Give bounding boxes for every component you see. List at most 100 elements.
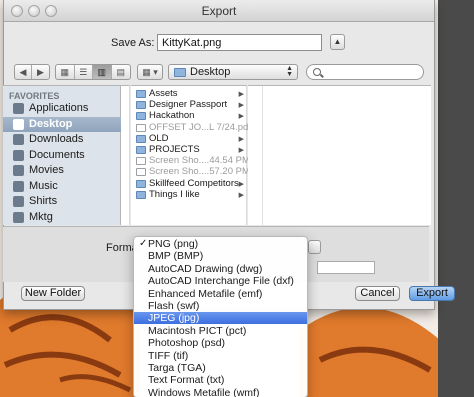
file-list-item[interactable]: Things I like ▶ bbox=[131, 189, 247, 201]
coverflow-view-icon[interactable]: ▤ bbox=[112, 65, 130, 79]
file-list-item[interactable]: Designer Passport ▶ bbox=[131, 99, 247, 111]
file-name: Skillfeed Competitors bbox=[149, 177, 239, 189]
format-option-label: BMP (BMP) bbox=[148, 250, 204, 263]
folder-icon bbox=[174, 68, 186, 77]
format-option-label: Text Format (txt) bbox=[148, 374, 225, 387]
disclosure-arrow-icon: ▶ bbox=[238, 91, 244, 98]
format-option[interactable]: Macintosh PICT (pct) bbox=[134, 325, 307, 337]
favorites-sidebar: FAVORITES Applications Desktop Downloads Do… bbox=[3, 85, 121, 225]
format-option[interactable]: Text Format (txt) bbox=[134, 374, 307, 386]
sidebar-item-applications[interactable]: Applications bbox=[3, 101, 121, 116]
title-bar: Export bbox=[4, 0, 434, 22]
folder-icon bbox=[136, 179, 146, 188]
save-as-input[interactable] bbox=[157, 34, 322, 51]
format-option[interactable]: JPEG (jpg) bbox=[134, 312, 307, 325]
new-folder-button[interactable]: New Folder bbox=[21, 286, 85, 301]
format-option-label: Photoshop (psd) bbox=[148, 337, 226, 350]
disclosure-arrow-icon: ▶ bbox=[238, 113, 244, 121]
cancel-button[interactable]: Cancel bbox=[355, 286, 400, 301]
file-list-item[interactable]: Screen Sho....57.20 PM bbox=[131, 166, 250, 178]
documents-icon bbox=[13, 149, 24, 161]
file-name: Screen Sho....57.20 PM bbox=[149, 166, 250, 178]
forward-icon[interactable]: ▶ bbox=[32, 65, 49, 79]
icon-view-icon[interactable]: ▦ bbox=[56, 65, 75, 79]
format-popup-arrows[interactable] bbox=[308, 240, 321, 254]
music-icon bbox=[13, 180, 24, 192]
file-name: OLD bbox=[149, 132, 169, 144]
arrange-icon: ▦ ▾ bbox=[142, 67, 158, 77]
expand-dialog-button[interactable]: ▲ bbox=[330, 34, 345, 50]
sidebar-item-shirts[interactable]: Shirts bbox=[3, 194, 121, 209]
format-option[interactable]: Flash (swf) bbox=[134, 300, 307, 312]
file-list-item[interactable]: OFFSET JO...L 7/24.pdf bbox=[131, 122, 251, 134]
downloads-icon bbox=[13, 134, 24, 145]
format-option[interactable]: BMP (BMP) bbox=[134, 250, 307, 262]
sidebar-item-label: Documents bbox=[29, 148, 85, 161]
sidebar-item-label: Applications bbox=[29, 102, 89, 114]
format-option-label: Flash (swf) bbox=[148, 300, 200, 312]
folder-icon bbox=[13, 211, 24, 223]
sidebar-item-label: Desktop bbox=[29, 117, 73, 130]
disclosure-arrow-icon: ▶ bbox=[238, 135, 244, 143]
format-option-label: PNG (png) bbox=[148, 238, 199, 250]
file-name: PROJECTS bbox=[149, 144, 200, 155]
format-option[interactable]: Targa (TGA) bbox=[134, 362, 307, 374]
file-list-item[interactable]: Screen Sho....44.54 PM bbox=[131, 155, 250, 167]
format-option[interactable]: ✓ PNG (png) bbox=[134, 238, 307, 250]
popup-arrows-icon: ▲ ▼ bbox=[286, 65, 293, 78]
file-list-item[interactable]: Hackathon ▶ bbox=[131, 110, 247, 122]
file-list-item[interactable]: Assets ▶ bbox=[131, 88, 247, 100]
document-icon bbox=[136, 123, 146, 132]
browser-toolbar: ◀ ▶ ▦ ☰ ▥ ▤ ▦ ▾ Desktop ▲ ▼ bbox=[4, 64, 434, 82]
file-list-item[interactable]: PROJECTS ▶ bbox=[131, 144, 247, 156]
format-option[interactable]: AutoCAD Interchange File (dxf) bbox=[134, 275, 307, 287]
disclosure-arrow-icon: ▶ bbox=[238, 180, 244, 188]
options-field[interactable] bbox=[317, 261, 375, 274]
format-option-label: Windows Metafile (wmf) bbox=[148, 386, 260, 397]
file-list-column: Assets ▶ Designer Passport ▶ Hackathon ▶ OFFSE… bbox=[131, 85, 251, 225]
sidebar-item-downloads[interactable]: Downloads bbox=[3, 132, 121, 147]
folder-icon bbox=[136, 101, 146, 110]
format-option[interactable]: AutoCAD Drawing (dwg) bbox=[134, 263, 307, 275]
document-icon bbox=[136, 168, 146, 177]
search-icon bbox=[313, 68, 321, 76]
format-option[interactable]: TIFF (tif) bbox=[134, 350, 307, 362]
folder-icon bbox=[136, 112, 146, 121]
sidebar-item-music[interactable]: Music bbox=[3, 179, 121, 194]
sidebar-item-label: Mktg bbox=[29, 210, 53, 223]
save-as-row: Save As: ▲ bbox=[4, 33, 434, 53]
location-popup[interactable]: Desktop ▲ ▼ bbox=[168, 64, 298, 80]
search-input[interactable] bbox=[306, 64, 424, 80]
folder-icon bbox=[136, 190, 146, 199]
browser-column-preview bbox=[248, 85, 431, 226]
location-label: Desktop bbox=[190, 66, 231, 78]
format-option-label: Macintosh PICT (pct) bbox=[148, 324, 247, 337]
file-list-item[interactable]: OLD ▶ bbox=[131, 133, 247, 145]
sidebar-item-label: Movies bbox=[29, 164, 64, 176]
sidebar-item-desktop[interactable]: Desktop bbox=[3, 116, 121, 132]
list-view-icon[interactable]: ☰ bbox=[75, 65, 93, 79]
sidebar-item-movies[interactable]: Movies bbox=[3, 163, 121, 178]
disclosure-arrow-icon: ▶ bbox=[238, 102, 244, 110]
format-option[interactable]: Enhanced Metafile (emf) bbox=[134, 288, 307, 300]
format-option[interactable]: Windows Metafile (wmf) bbox=[134, 387, 307, 397]
sidebar-item-documents[interactable]: Documents bbox=[3, 148, 121, 163]
file-name: OFFSET JO...L 7/24.pdf bbox=[149, 121, 251, 133]
format-option[interactable]: Photoshop (psd) bbox=[134, 337, 307, 349]
disclosure-arrow-icon: ▶ bbox=[238, 191, 244, 199]
back-icon[interactable]: ◀ bbox=[15, 65, 33, 79]
column-divider[interactable] bbox=[262, 86, 263, 226]
file-name: Things I like bbox=[149, 188, 200, 200]
document-icon bbox=[136, 157, 146, 166]
export-button[interactable]: Export bbox=[409, 286, 455, 301]
format-option-label: AutoCAD Interchange File (dxf) bbox=[148, 275, 294, 288]
sidebar-item-label: Shirts bbox=[29, 195, 58, 207]
file-list-item[interactable]: Skillfeed Competitors ▶ bbox=[131, 178, 247, 190]
view-mode-selector: ▦ ☰ ▥ ▤ bbox=[55, 64, 131, 80]
format-option-label: TIFF (tif) bbox=[148, 349, 189, 362]
arrange-button[interactable]: ▦ ▾ bbox=[137, 64, 163, 80]
sidebar-item-mktg[interactable]: Mktg bbox=[3, 210, 121, 225]
applications-icon bbox=[13, 103, 24, 114]
file-name: Hackathon bbox=[149, 110, 195, 122]
column-view-icon[interactable]: ▥ bbox=[93, 65, 112, 79]
